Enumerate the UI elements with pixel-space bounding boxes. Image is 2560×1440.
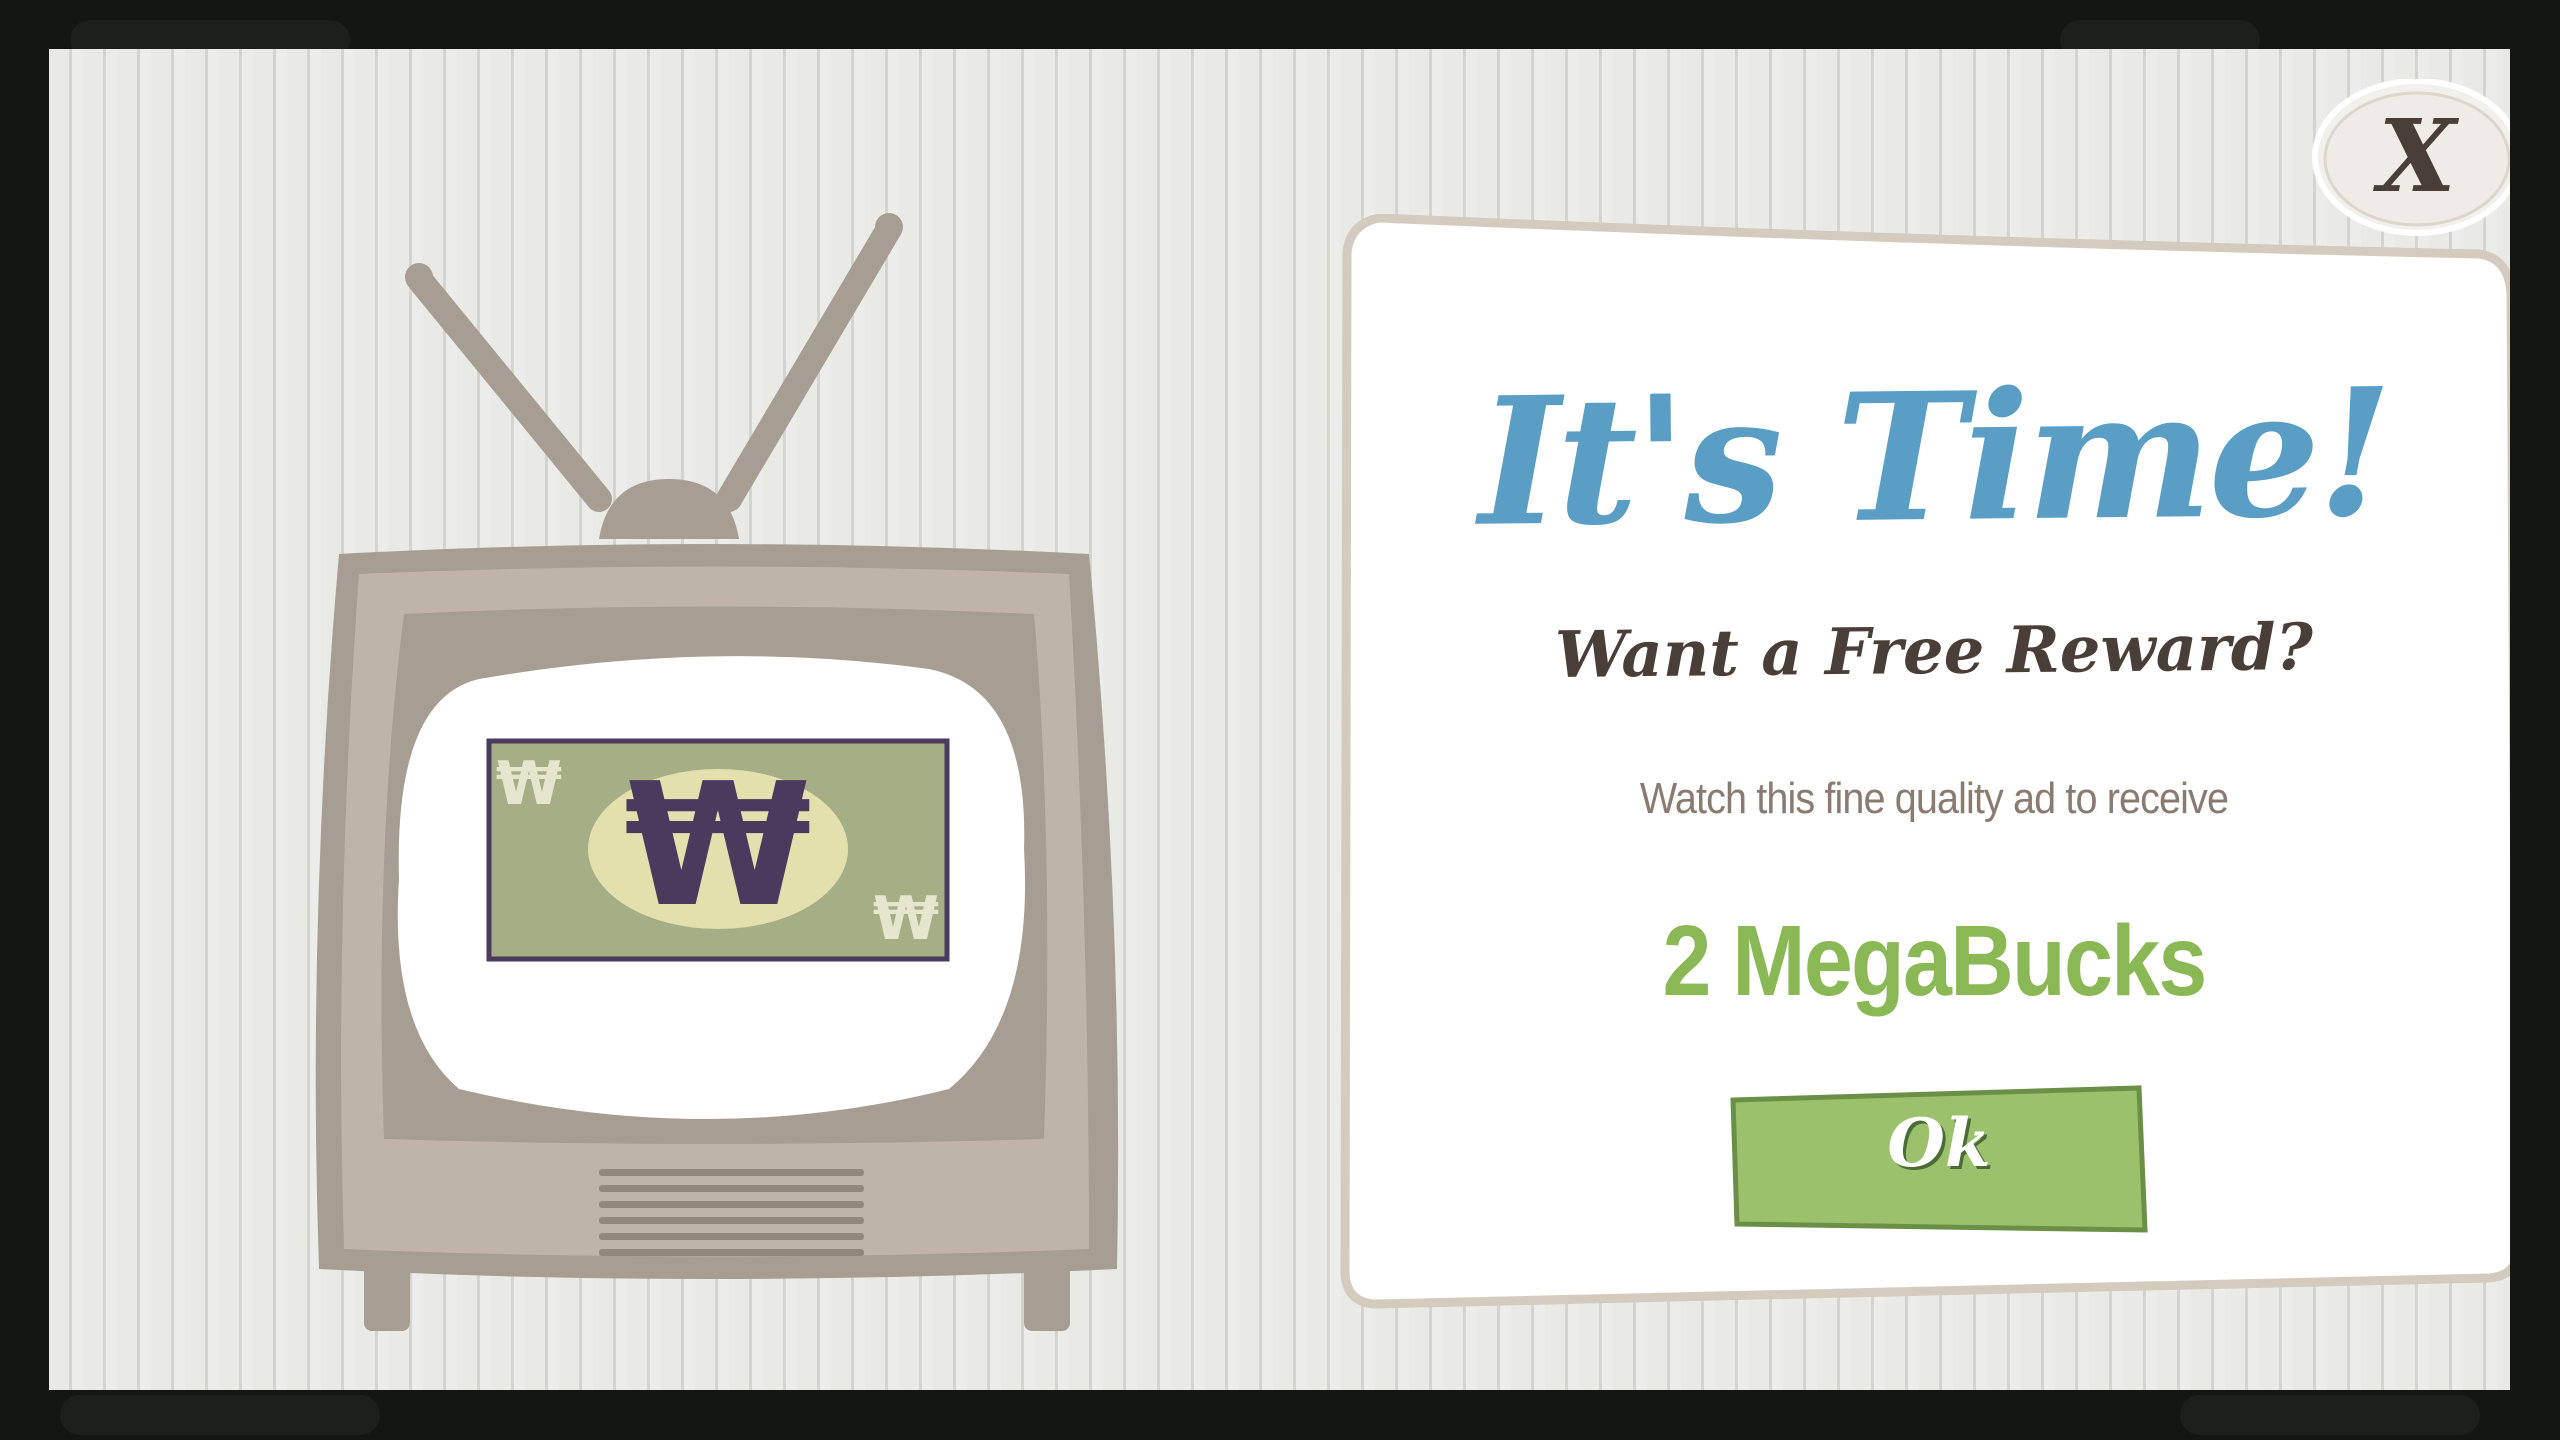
tv-antenna-left <box>406 266 612 512</box>
bill-symbol: ₩ <box>873 884 939 954</box>
background-panel <box>2180 1395 2480 1435</box>
ok-button-label: Ok <box>1887 1104 1991 1182</box>
free-reward-modal: ₩ ₩ ₩ It's Time! Want a Free Reward? Wat… <box>49 49 2510 1390</box>
tv-illustration: ₩ ₩ ₩ <box>315 213 1119 1331</box>
bill-symbol: ₩ <box>624 747 812 945</box>
dialog-subtitle: Want a Free Reward? <box>1554 610 2314 693</box>
ok-button[interactable]: Ok <box>1729 1084 2149 1234</box>
tv-speaker-grille <box>599 1169 864 1176</box>
dialog-description: Watch this fine quality ad to receive <box>1639 774 2229 823</box>
close-icon: X <box>2312 78 2510 236</box>
dialog-title: It's Time! <box>1477 349 2391 566</box>
tv-antenna-tip <box>405 263 433 291</box>
tv-antenna-right <box>716 216 902 512</box>
close-button[interactable]: X <box>2311 78 2510 239</box>
reward-card: It's Time! Want a Free Reward? Watch thi… <box>1339 214 2510 1314</box>
reward-amount: 2 MegaBucks <box>1662 905 2207 1017</box>
tv-antenna-base <box>599 479 739 539</box>
bill-symbol: ₩ <box>496 749 562 819</box>
tv-antenna-tip <box>875 213 903 241</box>
background-panel <box>60 1395 380 1435</box>
close-label: X <box>2372 97 2459 215</box>
